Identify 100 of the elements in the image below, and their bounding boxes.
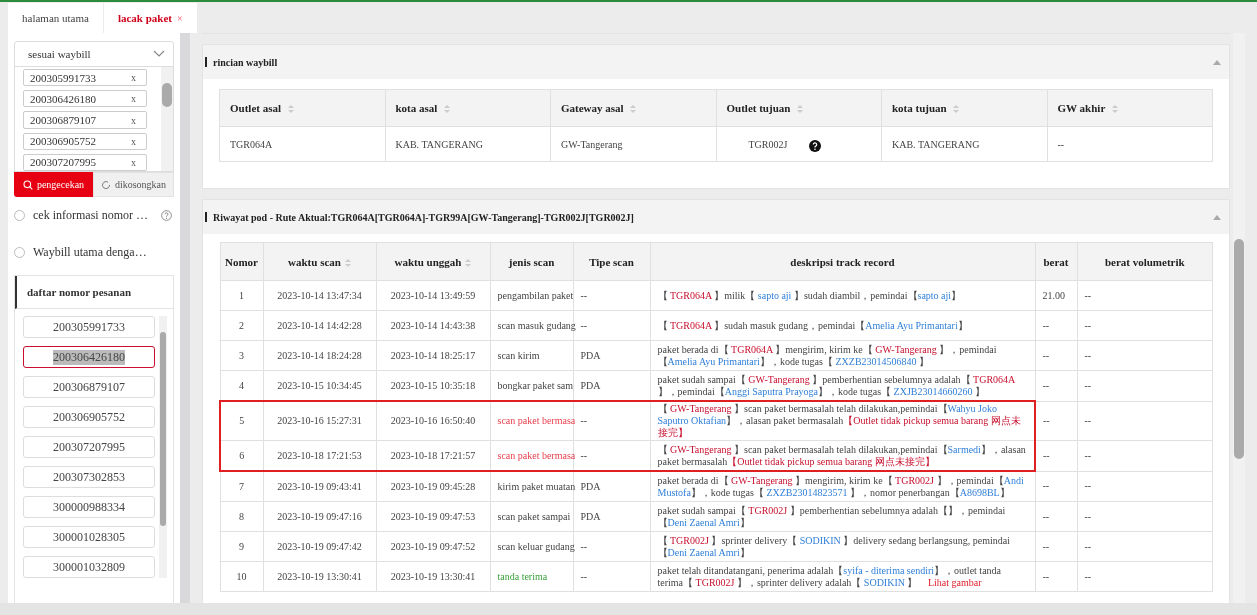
order-number-item[interactable]: 200306905752 <box>23 406 155 428</box>
table-cell: -- <box>1084 540 1092 552</box>
remove-icon[interactable]: x <box>131 135 136 147</box>
table-cell: 1 <box>239 289 244 301</box>
sort-icon[interactable] <box>953 105 960 114</box>
table-cell: -- <box>1084 480 1092 492</box>
scrollbar[interactable] <box>1233 33 1245 603</box>
remove-icon[interactable]: x <box>131 114 136 126</box>
table-cell: 2023-10-18 17:21:57 <box>390 449 476 461</box>
table-cell: -- <box>580 449 588 461</box>
remove-icon[interactable]: x <box>131 93 136 105</box>
column-header[interactable]: Outlet tujuan <box>716 89 882 127</box>
column-header[interactable]: waktu unggah <box>376 242 490 281</box>
track-description: 【 GW-Tangerang 】scan paket bermasalah telah dilakukan,pemindai【Sarmedi】，alasan paket bermasalah【Outlet tidak pickup semua barang 网点未接完】 <box>657 443 1026 467</box>
track-description: paket berada di【 GW-Tangerang 】mengirim, kirim ke【 TGR002J 】，pemindai【Andi Mustofa】，kode tugas【 ZXZB23014823571 】，nomor penerbangan【A8698BL】 <box>657 474 1024 498</box>
table-cell: -- <box>1042 570 1050 582</box>
table-cell: 3 <box>239 349 244 361</box>
column-header[interactable]: kota asal <box>385 89 551 127</box>
sort-icon[interactable] <box>444 105 451 114</box>
table-cell: 2023-10-14 13:49:59 <box>390 289 476 301</box>
table-cell: -- <box>1042 349 1050 361</box>
scrollbar[interactable] <box>159 316 167 578</box>
option-label: cek informasi nomor … <box>33 208 149 223</box>
table-cell: -- <box>1084 449 1092 461</box>
table-cell: 10 <box>236 570 247 582</box>
sort-icon[interactable] <box>287 105 294 114</box>
waybill-number: 200307207995 <box>30 156 96 169</box>
collapse-icon[interactable] <box>1213 59 1221 65</box>
table-cell: bongkar paket sam <box>497 379 574 391</box>
column-header[interactable]: berat <box>1035 242 1077 281</box>
table-cell: scan masuk gudang <box>497 319 576 331</box>
table-cell: 5 <box>239 415 245 426</box>
waybill-number: 200305991733 <box>30 71 96 84</box>
column-header[interactable]: Gateway asal <box>550 89 716 127</box>
sort-icon[interactable] <box>344 258 351 267</box>
list-title: daftar nomor pesanan <box>15 276 173 309</box>
help-icon[interactable] <box>161 210 172 221</box>
close-icon[interactable]: × <box>177 12 183 24</box>
table-cell: 2023-10-19 09:47:52 <box>390 540 476 552</box>
section-title: rincian waybill <box>213 56 279 68</box>
column-header[interactable]: waktu scan <box>263 242 376 281</box>
table-cell: scan keluar gudang <box>497 540 575 552</box>
table-cell: 2023-10-19 13:30:41 <box>390 570 476 582</box>
remove-icon[interactable]: x <box>131 72 136 84</box>
table-cell: PDA <box>580 480 601 492</box>
table-cell: scan paket sampai <box>497 510 571 522</box>
search-button[interactable]: pengecekan <box>14 172 93 197</box>
track-description: 【 TGR064A 】sudah masuk gudang，pemindai【Amelia Ayu Primantari】 <box>657 319 968 331</box>
tab[interactable]: lacak paket × <box>103 3 197 33</box>
order-number-item[interactable]: 300001032809 <box>23 556 155 578</box>
table-cell: 2023-10-19 09:43:41 <box>277 480 362 492</box>
column-header[interactable]: Nomor <box>220 242 263 281</box>
table-cell: kirim paket muatan <box>497 480 576 492</box>
column-header[interactable]: deskripsi track record <box>650 242 1035 281</box>
table-cell: 2023-10-15 10:35:18 <box>390 379 476 391</box>
tab[interactable]: halaman utama <box>8 3 103 33</box>
table-cell: 7 <box>239 480 244 492</box>
table-cell: 8 <box>239 510 244 522</box>
column-header[interactable]: Outlet asal <box>219 89 385 127</box>
sort-icon[interactable] <box>630 105 637 114</box>
splitter-bar[interactable] <box>180 33 190 603</box>
table-cell: -- <box>1042 379 1050 391</box>
sort-icon[interactable] <box>465 258 472 267</box>
track-description: paket sudah sampai【 GW-Tangerang 】pemberhentian sebelumnya adalah【 TGR064A 】，pemindai【Anggi Saputra Prayoga】，kode tugas【 ZXJB23014660260 】 <box>657 373 1015 397</box>
remove-icon[interactable]: x <box>131 156 136 168</box>
table-cell: 21.00 <box>1042 289 1065 301</box>
column-header[interactable]: jenis scan <box>490 242 573 281</box>
table-cell: 2 <box>239 319 244 331</box>
sort-icon[interactable] <box>1111 105 1118 114</box>
order-number-item[interactable]: 200307207995 <box>23 436 155 458</box>
column-header[interactable]: kota tujuan <box>881 89 1047 127</box>
column-header[interactable]: Tipe scan <box>573 242 650 281</box>
order-number-item[interactable]: 200307302853 <box>23 466 155 488</box>
table-cell: -- <box>1043 414 1050 426</box>
scrollbar[interactable] <box>161 67 173 171</box>
table-cell: 2023-10-14 14:42:28 <box>277 319 362 331</box>
order-number-item[interactable]: 200306879107 <box>23 376 155 398</box>
question-icon[interactable] <box>809 140 821 152</box>
chevron-down-icon <box>153 50 165 58</box>
order-number-item[interactable]: 200306426180 <box>23 346 155 368</box>
search-mode-dropdown[interactable]: sesuai waybill <box>14 41 174 67</box>
column-header[interactable]: GW akhir <box>1047 89 1213 127</box>
table-cell: 2023-10-19 13:30:41 <box>277 570 362 582</box>
table-cell: -- <box>580 319 588 331</box>
column-header[interactable]: berat volumetrik <box>1077 242 1213 281</box>
sort-icon[interactable] <box>797 105 804 114</box>
track-description: 【 TGR002J 】sprinter delivery【 SODIKIN 】delivery sedang berlangsung, pemindai【Deni Zaenal Amri】 <box>657 534 1010 558</box>
table-cell: pengambilan paket <box>497 289 574 301</box>
reset-button[interactable]: dikosongkan <box>93 172 174 197</box>
table-cell: -- <box>1042 510 1050 522</box>
table-cell: -- <box>580 415 588 426</box>
table-cell: 9 <box>239 540 244 552</box>
table-cell: -- <box>1084 510 1092 522</box>
table-cell: PDA <box>580 349 601 361</box>
order-number-item[interactable]: 200305991733 <box>23 316 155 338</box>
table-cell: 2023-10-14 18:25:17 <box>390 349 476 361</box>
order-number-item[interactable]: 300001028305 <box>23 526 155 548</box>
order-number-item[interactable]: 300000988334 <box>23 496 155 518</box>
table-cell: 2023-10-19 09:47:42 <box>277 540 362 552</box>
collapse-icon[interactable] <box>1213 214 1221 220</box>
